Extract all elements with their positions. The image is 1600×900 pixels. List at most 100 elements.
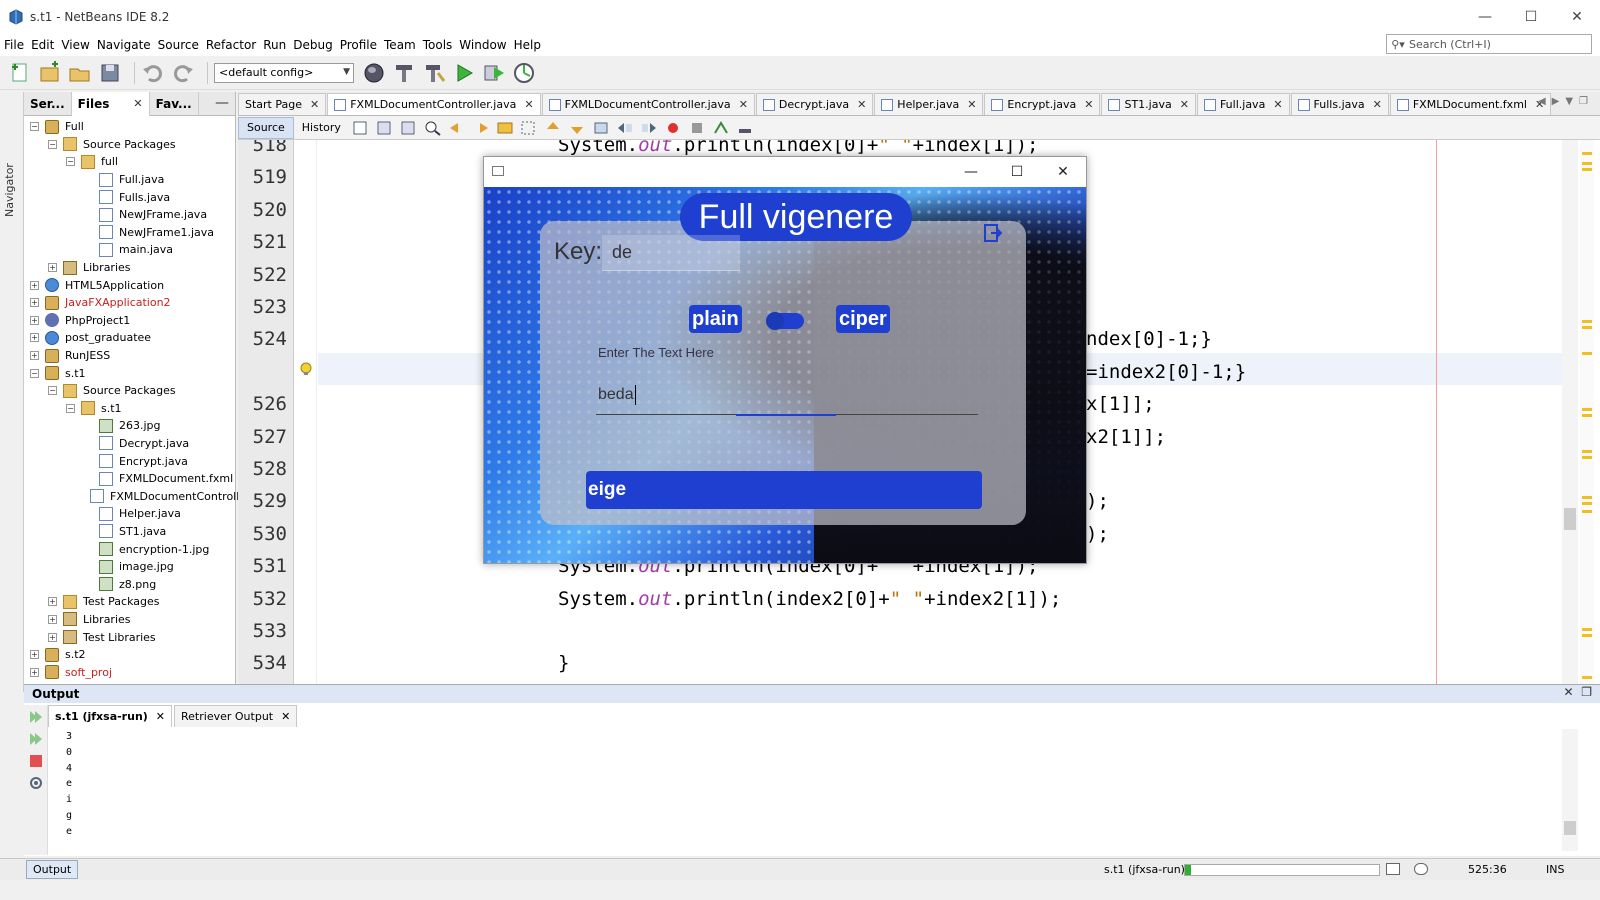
expand-icon[interactable]: + <box>48 614 57 624</box>
stop-icon[interactable] <box>28 753 44 769</box>
editor-tab[interactable]: FXMLDocumentController.java ✕ <box>541 93 755 115</box>
clean-build-icon[interactable] <box>422 61 446 85</box>
tab-services[interactable]: Ser... <box>24 91 72 116</box>
menu-view[interactable]: View <box>61 38 95 52</box>
stop-macro-icon[interactable] <box>688 120 706 136</box>
prev-bookmark-icon[interactable] <box>544 120 562 136</box>
warning-marker[interactable] <box>1582 162 1592 165</box>
progress-cancel-icon[interactable] <box>1386 863 1400 875</box>
tree-item[interactable]: + soft_proj <box>24 663 235 681</box>
close-icon[interactable]: ✕ <box>1373 98 1382 111</box>
expand-icon[interactable]: + <box>30 333 39 343</box>
collapse-icon[interactable]: − <box>48 386 57 396</box>
forward-icon[interactable] <box>400 120 418 136</box>
tree-item[interactable]: − s.t1 <box>24 364 235 382</box>
settings-icon[interactable] <box>28 775 44 791</box>
tree-item[interactable]: + JavaFXApplication2 <box>24 294 235 312</box>
expand-icon[interactable]: + <box>48 632 57 642</box>
find-next-icon[interactable] <box>472 120 490 136</box>
tab-files[interactable]: Files ✕ <box>71 91 150 116</box>
editor-tab[interactable]: Helper.java ✕ <box>874 93 984 115</box>
warning-marker[interactable] <box>1582 676 1592 679</box>
tab-retriever-output[interactable]: Retriever Output ✕ <box>174 705 298 727</box>
debug-icon[interactable] <box>482 61 506 85</box>
close-icon[interactable]: ✕ <box>133 97 142 110</box>
tree-item[interactable]: + Libraries <box>24 259 235 277</box>
warning-marker[interactable] <box>1582 450 1592 453</box>
editor-tab[interactable]: FXMLDocument.fxml ✕ <box>1389 93 1552 115</box>
rerun-icon[interactable] <box>28 709 44 725</box>
new-project-icon[interactable] <box>38 60 62 85</box>
tree-item[interactable]: Full.java <box>24 171 235 189</box>
tree-item[interactable]: FXMLDocumentControll <box>24 487 239 505</box>
hint-bulb-icon[interactable] <box>298 361 314 377</box>
undo-icon[interactable] <box>141 61 165 85</box>
warning-marker[interactable] <box>1582 320 1592 323</box>
tree-item[interactable]: + s.t2 <box>24 646 235 664</box>
tree-item[interactable]: z8.png <box>24 575 235 593</box>
close-icon[interactable]: ✕ <box>156 710 165 723</box>
toggle-highlight-icon[interactable] <box>496 120 514 136</box>
close-icon[interactable]: ✕ <box>967 98 976 111</box>
menu-tools[interactable]: Tools <box>423 38 459 52</box>
close-icon[interactable]: ✕ <box>524 98 533 111</box>
tree-item[interactable]: − Full <box>24 118 235 136</box>
menu-help[interactable]: Help <box>514 38 547 52</box>
menu-debug[interactable]: Debug <box>293 38 338 52</box>
collapse-icon[interactable]: − <box>30 122 39 132</box>
warning-marker[interactable] <box>1582 510 1592 513</box>
menu-navigate[interactable]: Navigate <box>97 38 157 52</box>
menu-edit[interactable]: Edit <box>31 38 60 52</box>
shift-left-icon[interactable] <box>616 120 634 136</box>
menu-profile[interactable]: Profile <box>340 38 383 52</box>
close-icon[interactable]: ✕ <box>310 98 319 111</box>
menu-file[interactable]: File <box>4 38 30 52</box>
close-button[interactable]: ✕ <box>1554 0 1600 34</box>
editor-tab[interactable]: Start Page ✕ <box>238 93 327 115</box>
tree-item[interactable]: NewJFrame1.java <box>24 224 235 242</box>
progress-bar[interactable] <box>1184 864 1380 876</box>
minimize-panel-icon[interactable]: — <box>215 95 229 111</box>
expand-icon[interactable]: + <box>48 597 57 607</box>
scrollbar-thumb[interactable] <box>1564 508 1576 530</box>
profile-icon[interactable] <box>512 61 536 85</box>
tree-item[interactable]: + Test Packages <box>24 593 235 611</box>
fx-close-button[interactable]: ✕ <box>1040 157 1086 187</box>
tree-item[interactable]: image.jpg <box>24 558 235 576</box>
warning-marker[interactable] <box>1582 414 1592 417</box>
fx-minimize-button[interactable]: — <box>948 157 994 187</box>
close-icon[interactable]: ✕ <box>281 710 290 723</box>
collapse-icon[interactable]: − <box>48 139 57 149</box>
tree-item[interactable]: NewJFrame.java <box>24 206 235 224</box>
collapse-icon[interactable]: − <box>30 368 39 378</box>
menu-run[interactable]: Run <box>263 38 292 52</box>
close-icon[interactable]: ✕ <box>739 98 748 111</box>
tree-item[interactable]: + Libraries <box>24 611 235 629</box>
find-icon[interactable] <box>424 120 442 136</box>
editor-scrollbar[interactable] <box>1562 140 1578 684</box>
tree-item[interactable]: + PhpProject1 <box>24 312 235 330</box>
save-all-icon[interactable] <box>98 61 122 85</box>
warning-marker[interactable] <box>1582 168 1592 171</box>
warning-marker[interactable] <box>1582 408 1592 411</box>
mode-toggle[interactable] <box>766 312 804 330</box>
tree-item[interactable]: − full <box>24 153 235 171</box>
warning-marker[interactable] <box>1582 502 1592 505</box>
redo-icon[interactable] <box>171 61 195 85</box>
browser-globe-icon[interactable] <box>362 61 386 85</box>
expand-icon[interactable]: + <box>30 650 39 660</box>
menu-window[interactable]: Window <box>459 38 512 52</box>
last-edit-icon[interactable] <box>352 120 370 136</box>
warning-marker[interactable] <box>1582 326 1592 329</box>
search-input[interactable]: ⚲▾ Search (Ctrl+I) <box>1386 34 1592 54</box>
key-input[interactable]: de <box>602 235 740 271</box>
comment-icon[interactable] <box>712 120 730 136</box>
warning-marker[interactable] <box>1582 352 1592 355</box>
warning-marker[interactable] <box>1582 456 1592 459</box>
editor-tab[interactable]: Decrypt.java ✕ <box>755 93 874 115</box>
minimize-button[interactable]: — <box>1462 0 1508 34</box>
source-view-button[interactable]: Source <box>238 116 294 139</box>
collapse-icon[interactable]: − <box>66 403 75 413</box>
tree-item[interactable]: Decrypt.java <box>24 435 235 453</box>
history-view-button[interactable]: History <box>294 117 349 139</box>
